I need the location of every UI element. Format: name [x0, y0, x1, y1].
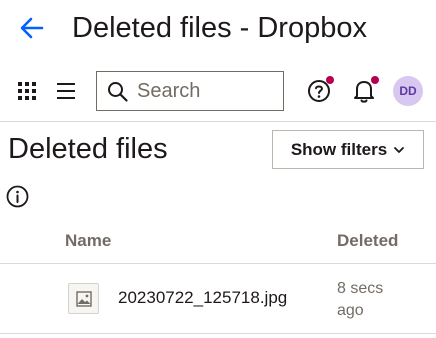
title-bar: Deleted files - Dropbox — [0, 0, 436, 60]
avatar[interactable]: DD — [393, 76, 423, 106]
column-header-deleted[interactable]: Deleted — [337, 231, 398, 251]
toolbar: DD — [0, 60, 436, 122]
page-title: Deleted files — [8, 133, 168, 165]
show-filters-label: Show filters — [290, 139, 388, 159]
menu-icon[interactable] — [57, 82, 75, 100]
help-notification-dot — [326, 76, 334, 84]
show-filters-button[interactable]: Show filters — [272, 130, 424, 169]
bell-notification-dot — [371, 76, 379, 84]
search-box[interactable] — [96, 71, 284, 111]
search-icon — [108, 82, 128, 102]
search-input[interactable] — [137, 76, 277, 106]
chevron-down-icon — [394, 146, 405, 153]
column-header-name[interactable]: Name — [65, 231, 111, 251]
deleted-time: 8 secs ago — [337, 280, 384, 319]
table-header: Name Deleted — [0, 220, 436, 264]
file-name[interactable]: 20230722_125718.jpg — [118, 288, 287, 308]
image-file-icon — [68, 283, 99, 314]
table-row[interactable]: 20230722_125718.jpg 8 secs ago — [0, 264, 436, 334]
app-grid-icon[interactable] — [18, 82, 36, 100]
back-arrow-icon[interactable] — [18, 14, 46, 42]
info-icon[interactable] — [6, 185, 29, 208]
window-title: Deleted files - Dropbox — [72, 12, 367, 44]
